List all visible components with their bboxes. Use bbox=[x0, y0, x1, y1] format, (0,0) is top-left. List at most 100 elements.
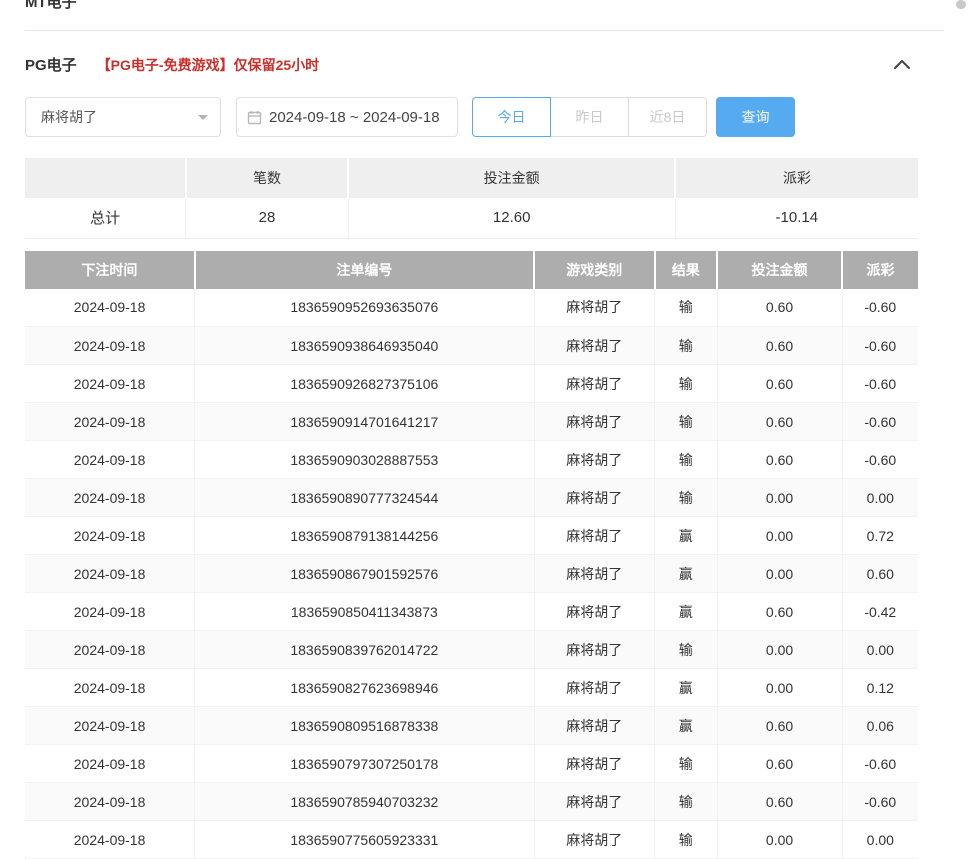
cell-result: 输 bbox=[655, 821, 718, 859]
table-row: 2024-09-181836590952693635076麻将胡了输0.60-0… bbox=[25, 289, 918, 327]
col-header-bet-time: 下注时间 bbox=[25, 251, 195, 289]
summary-total-label: 总计 bbox=[25, 198, 186, 238]
summary-col-bet-amount: 投注金额 bbox=[348, 158, 675, 198]
cell-game: 麻将胡了 bbox=[534, 821, 655, 859]
cell-game: 麻将胡了 bbox=[534, 403, 655, 441]
cell-order-id: 1836590914701641217 bbox=[195, 403, 534, 441]
cell-result: 输 bbox=[655, 479, 718, 517]
cell-game: 麻将胡了 bbox=[534, 593, 655, 631]
pg-section-notice: 【PG电子-免费游戏】仅保留25小时 bbox=[97, 55, 319, 75]
bet-report-page: MT电子 PG电子 【PG电子-免费游戏】仅保留25小时 麻将胡了 2024-0… bbox=[0, 0, 969, 859]
cell-date: 2024-09-18 bbox=[25, 441, 195, 479]
quick-range-today-button[interactable]: 今日 bbox=[472, 97, 551, 137]
cell-payout: -0.60 bbox=[842, 289, 918, 327]
cell-bet: 0.60 bbox=[717, 593, 842, 631]
bet-table-body: 2024-09-181836590952693635076麻将胡了输0.60-0… bbox=[25, 289, 918, 859]
bet-table-header-row: 下注时间 注单编号 游戏类别 结果 投注金额 派彩 bbox=[25, 251, 918, 289]
mt-section-header[interactable]: MT电子 bbox=[25, 0, 944, 31]
col-header-game-type: 游戏类别 bbox=[534, 251, 655, 289]
summary-col-count: 笔数 bbox=[186, 158, 349, 198]
cell-date: 2024-09-18 bbox=[25, 821, 195, 859]
cell-date: 2024-09-18 bbox=[25, 517, 195, 555]
filter-bar: 麻将胡了 2024-09-18 ~ 2024-09-18 今日 昨日 近8日 查… bbox=[25, 97, 944, 137]
cell-date: 2024-09-18 bbox=[25, 365, 195, 403]
table-row: 2024-09-181836590797307250178麻将胡了输0.60-0… bbox=[25, 745, 918, 783]
table-row: 2024-09-181836590879138144256麻将胡了赢0.000.… bbox=[25, 517, 918, 555]
cell-order-id: 1836590926827375106 bbox=[195, 365, 534, 403]
table-row: 2024-09-181836590839762014722麻将胡了输0.000.… bbox=[25, 631, 918, 669]
cell-payout: -0.60 bbox=[842, 365, 918, 403]
summary-total-count: 28 bbox=[186, 198, 349, 238]
cell-order-id: 1836590839762014722 bbox=[195, 631, 534, 669]
summary-col-payout: 派彩 bbox=[675, 158, 918, 198]
cell-payout: 0.00 bbox=[842, 479, 918, 517]
cell-game: 麻将胡了 bbox=[534, 327, 655, 365]
col-header-result: 结果 bbox=[655, 251, 718, 289]
table-row: 2024-09-181836590867901592576麻将胡了赢0.000.… bbox=[25, 555, 918, 593]
collapse-section-button[interactable] bbox=[894, 60, 910, 69]
cell-date: 2024-09-18 bbox=[25, 593, 195, 631]
cell-result: 输 bbox=[655, 365, 718, 403]
cell-date: 2024-09-18 bbox=[25, 555, 195, 593]
table-row: 2024-09-181836590827623698946麻将胡了赢0.000.… bbox=[25, 669, 918, 707]
table-row: 2024-09-181836590809516878338麻将胡了赢0.600.… bbox=[25, 707, 918, 745]
cell-payout: -0.60 bbox=[842, 403, 918, 441]
cell-bet: 0.00 bbox=[717, 669, 842, 707]
cell-date: 2024-09-18 bbox=[25, 669, 195, 707]
cell-result: 赢 bbox=[655, 593, 718, 631]
table-row: 2024-09-181836590890777324544麻将胡了输0.000.… bbox=[25, 479, 918, 517]
cell-game: 麻将胡了 bbox=[534, 745, 655, 783]
cell-result: 输 bbox=[655, 403, 718, 441]
cell-bet: 0.00 bbox=[717, 555, 842, 593]
cell-date: 2024-09-18 bbox=[25, 783, 195, 821]
cell-order-id: 1836590867901592576 bbox=[195, 555, 534, 593]
cell-date: 2024-09-18 bbox=[25, 479, 195, 517]
summary-total-bet-amount: 12.60 bbox=[348, 198, 675, 238]
cell-bet: 0.00 bbox=[717, 821, 842, 859]
cell-date: 2024-09-18 bbox=[25, 631, 195, 669]
cell-result: 输 bbox=[655, 441, 718, 479]
quick-range-yesterday-button[interactable]: 昨日 bbox=[550, 97, 629, 137]
date-range-value: 2024-09-18 ~ 2024-09-18 bbox=[269, 109, 440, 126]
quick-range-last8days-button[interactable]: 近8日 bbox=[628, 97, 707, 137]
cell-game: 麻将胡了 bbox=[534, 555, 655, 593]
cell-order-id: 1836590809516878338 bbox=[195, 707, 534, 745]
game-type-select[interactable]: 麻将胡了 bbox=[25, 97, 221, 137]
search-button[interactable]: 查询 bbox=[716, 97, 795, 137]
cell-result: 赢 bbox=[655, 669, 718, 707]
table-row: 2024-09-181836590903028887553麻将胡了输0.60-0… bbox=[25, 441, 918, 479]
cell-payout: -0.60 bbox=[842, 745, 918, 783]
bet-records-table: 下注时间 注单编号 游戏类别 结果 投注金额 派彩 2024-09-181836… bbox=[25, 251, 918, 859]
game-type-selected-value: 麻将胡了 bbox=[41, 107, 97, 127]
calendar-icon bbox=[247, 110, 262, 125]
cell-payout: 0.60 bbox=[842, 555, 918, 593]
cell-date: 2024-09-18 bbox=[25, 289, 195, 327]
cell-bet: 0.60 bbox=[717, 403, 842, 441]
cell-payout: -0.42 bbox=[842, 593, 918, 631]
cell-bet: 0.00 bbox=[717, 479, 842, 517]
cell-game: 麻将胡了 bbox=[534, 517, 655, 555]
cell-result: 赢 bbox=[655, 707, 718, 745]
cell-result: 赢 bbox=[655, 555, 718, 593]
cell-game: 麻将胡了 bbox=[534, 441, 655, 479]
cell-order-id: 1836590827623698946 bbox=[195, 669, 534, 707]
cell-date: 2024-09-18 bbox=[25, 403, 195, 441]
cell-game: 麻将胡了 bbox=[534, 783, 655, 821]
table-row: 2024-09-181836590850411343873麻将胡了赢0.60-0… bbox=[25, 593, 918, 631]
cell-order-id: 1836590938646935040 bbox=[195, 327, 534, 365]
date-range-input[interactable]: 2024-09-18 ~ 2024-09-18 bbox=[236, 97, 458, 137]
cell-date: 2024-09-18 bbox=[25, 707, 195, 745]
cell-game: 麻将胡了 bbox=[534, 479, 655, 517]
cell-order-id: 1836590890777324544 bbox=[195, 479, 534, 517]
cell-payout: 0.72 bbox=[842, 517, 918, 555]
cell-order-id: 1836590952693635076 bbox=[195, 289, 534, 327]
cell-bet: 0.00 bbox=[717, 517, 842, 555]
table-row: 2024-09-181836590785940703232麻将胡了输0.60-0… bbox=[25, 783, 918, 821]
col-header-bet-amount: 投注金额 bbox=[717, 251, 842, 289]
cell-payout: 0.00 bbox=[842, 631, 918, 669]
summary-total-row: 总计 28 12.60 -10.14 bbox=[25, 198, 918, 238]
cell-payout: 0.00 bbox=[842, 821, 918, 859]
cell-bet: 0.60 bbox=[717, 327, 842, 365]
summary-table: 笔数 投注金额 派彩 总计 28 12.60 -10.14 bbox=[25, 158, 918, 239]
table-row: 2024-09-181836590926827375106麻将胡了输0.60-0… bbox=[25, 365, 918, 403]
